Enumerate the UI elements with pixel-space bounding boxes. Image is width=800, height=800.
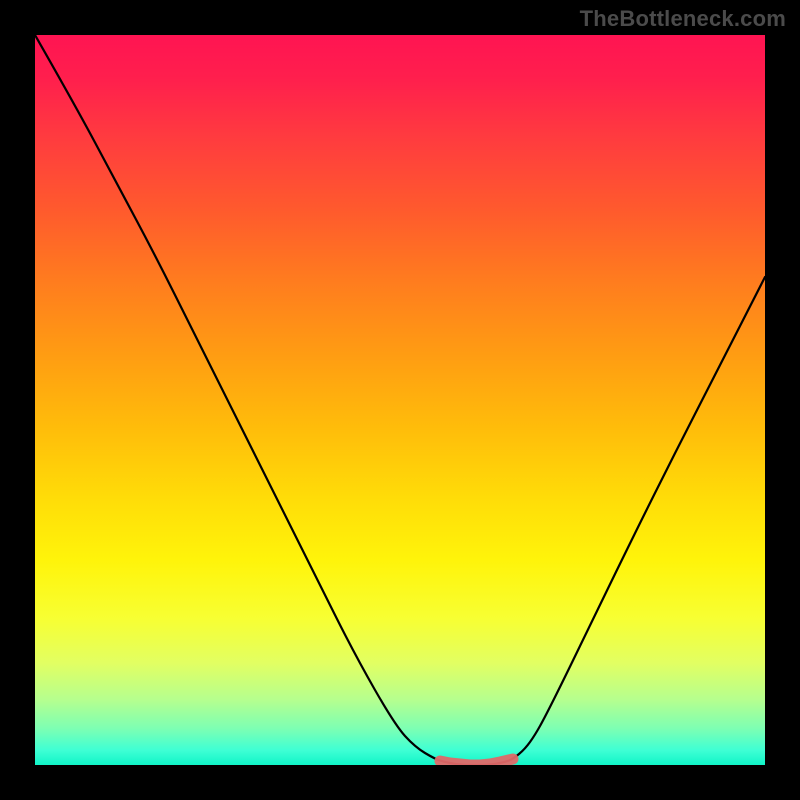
bottleneck-curve-highlight — [440, 759, 513, 765]
plot-area — [35, 35, 765, 765]
bottleneck-curve-line — [35, 35, 765, 765]
chart-frame: TheBottleneck.com — [0, 0, 800, 800]
vshape-curve — [35, 35, 765, 765]
watermark-text: TheBottleneck.com — [580, 6, 786, 32]
